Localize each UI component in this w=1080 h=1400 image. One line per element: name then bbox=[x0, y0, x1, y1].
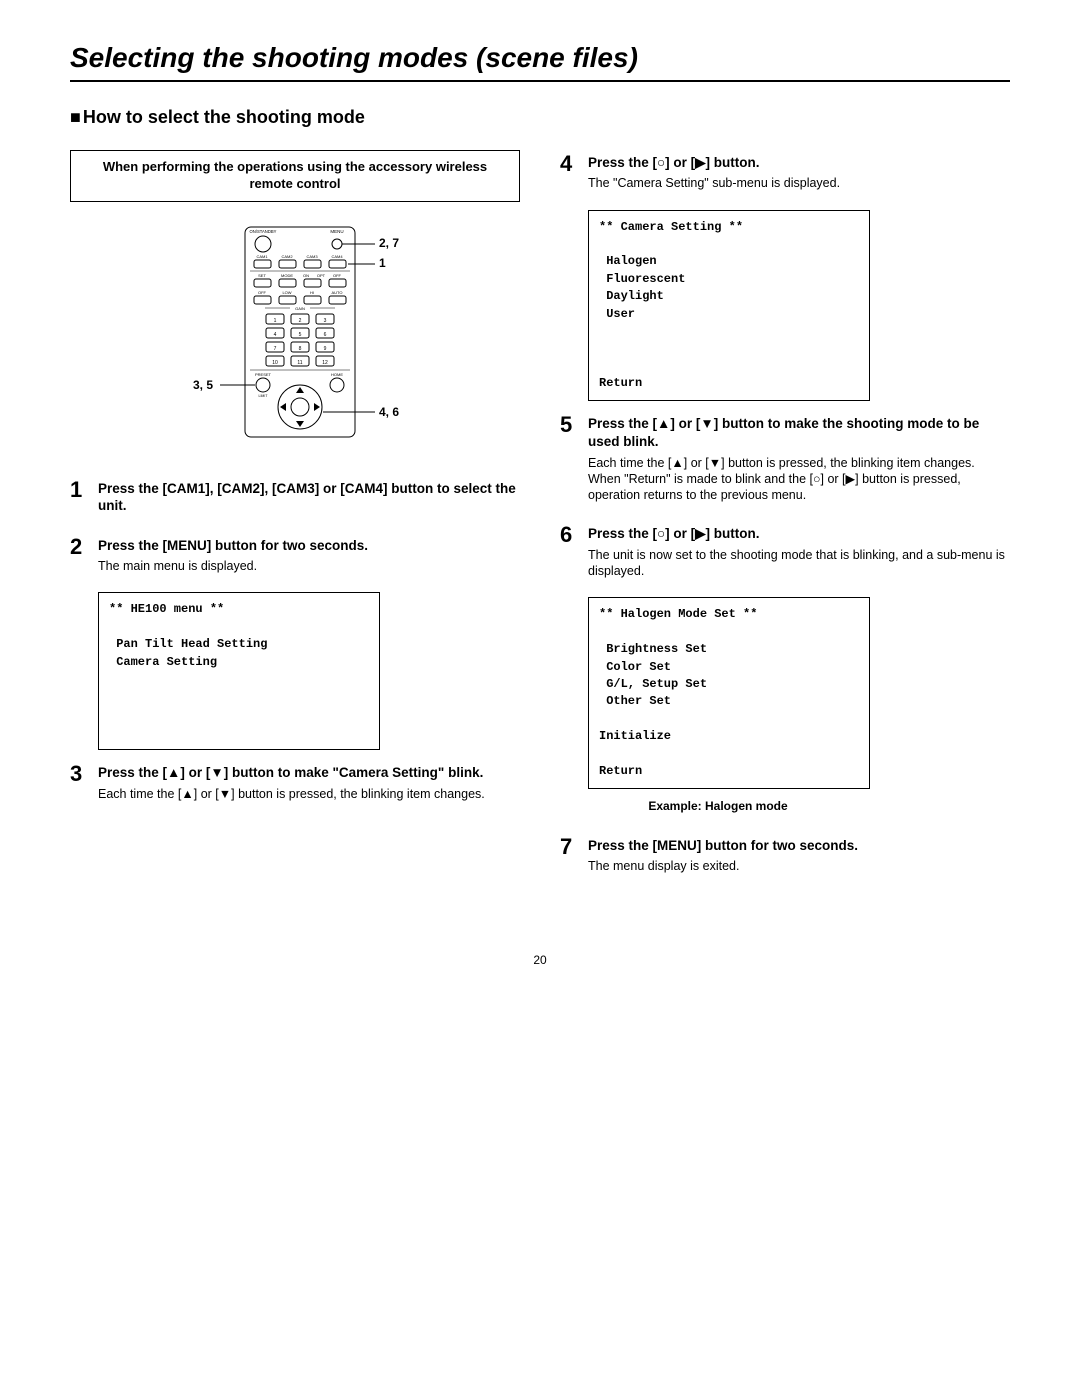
menu-main: ** HE100 menu ** Pan Tilt Head Setting C… bbox=[98, 592, 380, 750]
svg-text:4: 4 bbox=[274, 332, 277, 338]
svg-text:ON: ON bbox=[303, 273, 309, 278]
step-5: 5 Press the [▲] or [▼] button to make th… bbox=[560, 411, 1010, 503]
step-2: 2 Press the [MENU] button for two second… bbox=[70, 533, 520, 575]
svg-text:12: 12 bbox=[322, 360, 328, 366]
step-head: Press the [○] or [▶] button. bbox=[588, 525, 1010, 543]
svg-text:HI: HI bbox=[310, 290, 314, 295]
step-number: 3 bbox=[70, 760, 88, 789]
svg-text:11: 11 bbox=[297, 360, 302, 366]
step-1: 1 Press the [CAM1], [CAM2], [CAM3] or [C… bbox=[70, 476, 520, 515]
svg-text:CAM4: CAM4 bbox=[331, 254, 343, 259]
step-number: 4 bbox=[560, 150, 578, 179]
svg-text:OFF: OFF bbox=[333, 273, 342, 278]
step-head: Press the [CAM1], [CAM2], [CAM3] or [CAM… bbox=[98, 480, 520, 515]
svg-text:10: 10 bbox=[272, 360, 278, 366]
callout-4-6: 4, 6 bbox=[379, 405, 399, 419]
svg-text:3: 3 bbox=[324, 318, 327, 324]
step-desc: Each time the [▲] or [▼] button is press… bbox=[98, 786, 520, 802]
section-heading: How to select the shooting mode bbox=[70, 106, 1010, 129]
svg-text:MODE: MODE bbox=[281, 273, 293, 278]
svg-text:CAM1: CAM1 bbox=[256, 254, 268, 259]
svg-text:7: 7 bbox=[274, 346, 277, 352]
step-4: 4 Press the [○] or [▶] button. The "Came… bbox=[560, 150, 1010, 192]
callout-3-5: 3, 5 bbox=[193, 378, 213, 392]
svg-text:PRESET: PRESET bbox=[255, 372, 272, 377]
menu-caption: Example: Halogen mode bbox=[588, 799, 848, 815]
menu-halogen-mode: ** Halogen Mode Set ** Brightness Set Co… bbox=[588, 597, 870, 789]
svg-text:CAM2: CAM2 bbox=[281, 254, 293, 259]
svg-text:LOW: LOW bbox=[282, 290, 291, 295]
step-head: Press the [MENU] button for two seconds. bbox=[98, 537, 520, 555]
step-6: 6 Press the [○] or [▶] button. The unit … bbox=[560, 521, 1010, 579]
svg-text:6: 6 bbox=[324, 332, 327, 338]
svg-text:1: 1 bbox=[274, 318, 277, 324]
step-desc: Each time the [▲] or [▼] button is press… bbox=[588, 455, 1010, 504]
svg-text:GAIN: GAIN bbox=[295, 306, 305, 311]
svg-text:5: 5 bbox=[299, 332, 302, 338]
operation-note: When performing the operations using the… bbox=[70, 150, 520, 202]
svg-text:OFF: OFF bbox=[258, 290, 267, 295]
label-onstandby: ON/STANDBY bbox=[250, 229, 277, 234]
step-head: Press the [▲] or [▼] button to make the … bbox=[588, 415, 1010, 450]
svg-text:AUTO: AUTO bbox=[331, 290, 342, 295]
remote-diagram: ON/STANDBY MENU CAM1 CAM2 CAM3 CAM4 SET MODE… bbox=[70, 222, 520, 452]
callout-1: 1 bbox=[379, 256, 386, 270]
step-3: 3 Press the [▲] or [▼] button to make "C… bbox=[70, 760, 520, 802]
svg-text:CAM3: CAM3 bbox=[306, 254, 318, 259]
svg-text:SET: SET bbox=[258, 273, 266, 278]
svg-text:2: 2 bbox=[299, 318, 302, 324]
svg-text:HOME: HOME bbox=[331, 372, 343, 377]
step-7: 7 Press the [MENU] button for two second… bbox=[560, 833, 1010, 875]
step-number: 2 bbox=[70, 533, 88, 562]
svg-text:9: 9 bbox=[324, 346, 327, 352]
label-menu: MENU bbox=[330, 229, 343, 234]
step-number: 5 bbox=[560, 411, 578, 440]
svg-text:LIMIT: LIMIT bbox=[259, 394, 269, 398]
svg-text:8: 8 bbox=[299, 346, 302, 352]
step-number: 6 bbox=[560, 521, 578, 550]
menu-camera-setting: ** Camera Setting ** Halogen Fluorescent… bbox=[588, 210, 870, 402]
step-head: Press the [▲] or [▼] button to make "Cam… bbox=[98, 764, 520, 782]
page-title: Selecting the shooting modes (scene file… bbox=[70, 40, 1010, 82]
step-desc: The menu display is exited. bbox=[588, 858, 1010, 874]
svg-text:OPT: OPT bbox=[317, 273, 326, 278]
callout-2-7: 2, 7 bbox=[379, 236, 399, 250]
page-number: 20 bbox=[70, 953, 1010, 969]
step-desc: The "Camera Setting" sub-menu is display… bbox=[588, 175, 1010, 191]
step-desc: The main menu is displayed. bbox=[98, 558, 520, 574]
step-head: Press the [○] or [▶] button. bbox=[588, 154, 1010, 172]
step-number: 7 bbox=[560, 833, 578, 862]
step-head: Press the [MENU] button for two seconds. bbox=[588, 837, 1010, 855]
step-desc: The unit is now set to the shooting mode… bbox=[588, 547, 1010, 580]
step-number: 1 bbox=[70, 476, 88, 505]
